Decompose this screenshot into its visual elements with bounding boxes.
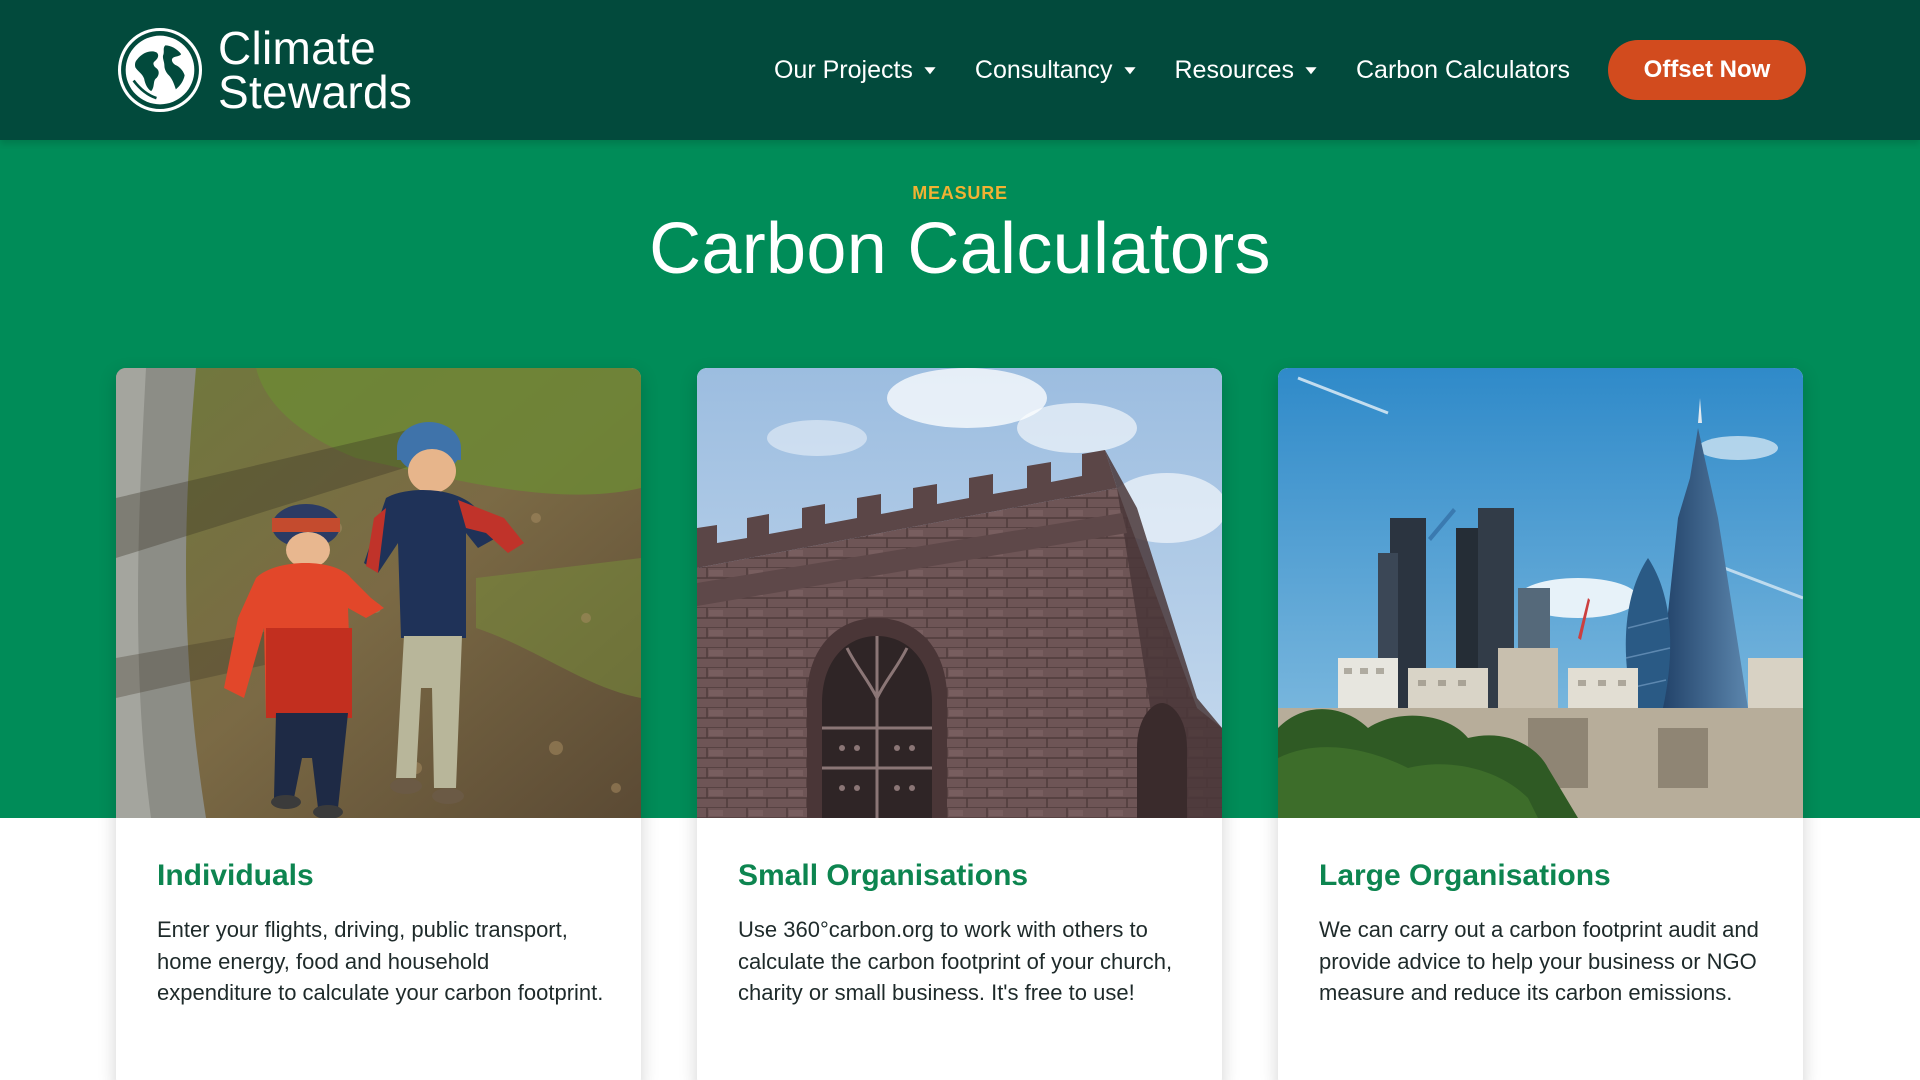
card-small-organisations[interactable]: Small Organisations Use 360°carbon.org t…	[697, 368, 1222, 1080]
nav-resources[interactable]: Resources	[1175, 56, 1319, 85]
card-description: We can carry out a carbon footprint audi…	[1319, 917, 1759, 1005]
nav-consultancy[interactable]: Consultancy	[975, 56, 1137, 85]
card-description: Use 360°carbon.org to work with others t…	[738, 917, 1173, 1005]
city-skyline-photo	[1278, 368, 1803, 818]
card-body: Individuals Enter your flights, driving,…	[157, 858, 607, 1009]
main-nav: Our Projects Consultancy Resources Carbo…	[774, 0, 1806, 140]
nav-label: Our Projects	[773, 55, 913, 84]
children-walking-photo	[116, 368, 641, 818]
logo-line-2: Stewards	[218, 66, 413, 118]
card-body: Small Organisations Use 360°carbon.org t…	[738, 858, 1188, 1009]
card-title: Small Organisations	[738, 859, 1029, 892]
card-title: Individuals	[157, 859, 314, 892]
church-tower-photo	[697, 368, 1222, 818]
card-large-organisations[interactable]: Large Organisations We can carry out a c…	[1278, 368, 1803, 1080]
card-description: Enter your flights, driving, public tran…	[157, 917, 604, 1005]
globe-logo-icon	[117, 27, 203, 113]
nav-our-projects[interactable]: Our Projects	[774, 56, 937, 85]
card-title: Large Organisations	[1319, 859, 1611, 892]
page-title: Carbon Calculators	[649, 209, 1271, 289]
logo-wordmark: Climate Stewards	[218, 22, 413, 118]
nav-label: Consultancy	[974, 55, 1113, 84]
logo-line-1: Climate	[218, 22, 377, 74]
offset-now-button[interactable]: Offset Now	[1608, 40, 1806, 100]
card-individuals[interactable]: Individuals Enter your flights, driving,…	[116, 368, 641, 1080]
card-body: Large Organisations We can carry out a c…	[1319, 858, 1769, 1009]
nav-label: Carbon Calculators	[1356, 55, 1570, 84]
nav-carbon-calculators[interactable]: Carbon Calculators	[1356, 56, 1570, 85]
hero-eyebrow: MEASURE	[912, 183, 1008, 203]
nav-label: Resources	[1174, 55, 1295, 84]
caret-down-icon	[1305, 67, 1317, 75]
site-header: Climate Stewards Our Projects Consultanc…	[0, 0, 1920, 140]
caret-down-icon	[1123, 67, 1136, 75]
page: Climate Stewards Our Projects Consultanc…	[0, 0, 1920, 1080]
site-logo[interactable]: Climate Stewards	[116, 24, 412, 116]
caret-down-icon	[924, 67, 936, 75]
